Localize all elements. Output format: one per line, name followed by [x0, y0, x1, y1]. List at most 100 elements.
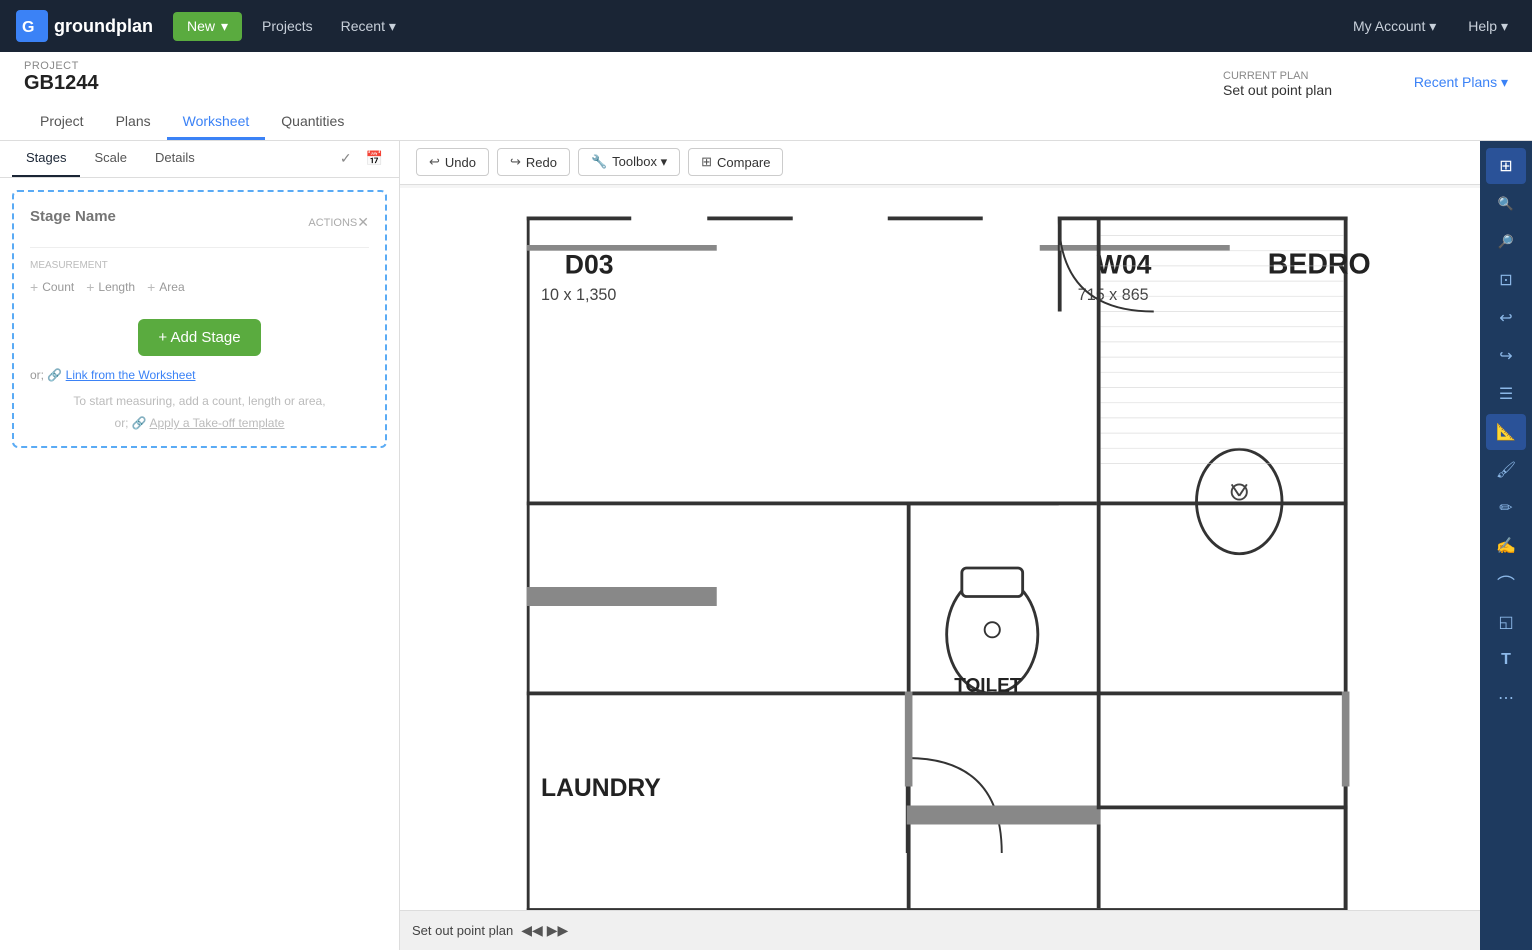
panel-tab-scale[interactable]: Scale: [80, 140, 141, 177]
add-stage-button[interactable]: + Add Stage: [138, 319, 260, 356]
svg-text:10 x 1,350: 10 x 1,350: [541, 286, 616, 304]
panel-calendar-button[interactable]: 📅: [362, 148, 387, 169]
paint-sidebar-button[interactable]: 🖌: [1486, 452, 1526, 488]
count-metric-button[interactable]: + Count: [30, 279, 74, 295]
recent-plans-button[interactable]: Recent Plans ▾: [1414, 74, 1508, 91]
toolbox-button[interactable]: 🔧 Toolbox ▾: [578, 148, 680, 176]
sub-tabs: Project Plans Worksheet Quantities CURRE…: [24, 105, 1508, 140]
link-from-worksheet-link[interactable]: Link from the Worksheet: [66, 368, 196, 382]
redo-sidebar-button[interactable]: ↪: [1486, 338, 1526, 374]
pencil-sidebar-button[interactable]: ✏: [1486, 490, 1526, 526]
recent-nav-link[interactable]: Recent ▾: [333, 12, 404, 41]
draw-sidebar-button[interactable]: ✍: [1486, 528, 1526, 564]
bottom-plan-name: Set out point plan: [412, 923, 513, 938]
compare-label: Compare: [717, 155, 770, 170]
template-or-prefix: or;: [115, 416, 129, 430]
redo-sidebar-icon: ↪: [1499, 346, 1512, 366]
help-text: To start measuring, add a count, length …: [30, 394, 369, 408]
current-plan-area: CURRENT PLAN Set out point plan: [1223, 70, 1332, 98]
length-plus-icon: +: [86, 279, 94, 295]
template-link-area: or; 🔗 Apply a Take-off template: [30, 416, 369, 430]
area-label: Area: [159, 280, 184, 294]
stage-name-input[interactable]: [30, 208, 308, 225]
help-nav-link[interactable]: Help ▾: [1460, 12, 1516, 41]
bottom-bar: Set out point plan ◀◀ ▶▶: [400, 910, 1480, 950]
draw-sidebar-icon: ✍: [1496, 536, 1516, 556]
shape-sidebar-icon: ◱: [1498, 612, 1513, 632]
right-sidebar: ⊞ 🔍 🔎 ⊡ ↩ ↪ ☰ 📐 🖌 ✏ ✍ ⌒ ◱ T ⋯: [1480, 140, 1532, 950]
panel-check-button[interactable]: ✓: [336, 148, 356, 169]
layers-button[interactable]: ⊞: [1486, 148, 1526, 184]
measurement-label: MEASUREMENT: [30, 260, 369, 271]
tab-plans[interactable]: Plans: [100, 105, 167, 140]
undo-sidebar-button[interactable]: ↩: [1486, 300, 1526, 336]
redo-label: Redo: [526, 155, 557, 170]
toolbox-icon: 🔧: [591, 154, 607, 170]
top-navigation: G groundplan New ▾ Projects Recent ▾ My …: [0, 0, 1532, 52]
subheader: PROJECT GB1244 Project Plans Worksheet Q…: [0, 52, 1532, 141]
pencil-sidebar-icon: ✏: [1499, 498, 1512, 518]
length-metric-button[interactable]: + Length: [86, 279, 135, 295]
recent-plans-label: Recent Plans ▾: [1414, 74, 1508, 91]
nav-right: My Account ▾ Help ▾: [1345, 12, 1516, 41]
undo-label: Undo: [445, 155, 476, 170]
current-plan-name: Set out point plan: [1223, 82, 1332, 98]
tab-project[interactable]: Project: [24, 105, 100, 140]
undo-icon: ↩: [429, 154, 440, 170]
tab-quantities[interactable]: Quantities: [265, 105, 360, 140]
compare-button[interactable]: ⊞ Compare: [688, 148, 783, 176]
undo-sidebar-icon: ↩: [1499, 308, 1512, 328]
stage-options-button[interactable]: ✕: [357, 214, 369, 231]
text-sidebar-icon: T: [1501, 651, 1511, 669]
new-button[interactable]: New ▾: [173, 12, 242, 41]
panel-tab-stages[interactable]: Stages: [12, 140, 80, 177]
zoom-out-button[interactable]: 🔎: [1486, 224, 1526, 260]
panel-tabs: Stages Scale Details ✓ 📅: [0, 140, 399, 178]
measure-sidebar-button[interactable]: 📐: [1486, 414, 1526, 450]
svg-text:715 x 865: 715 x 865: [1078, 286, 1149, 304]
canvas-area: D03 10 x 1,350 W04 715 x 865 BEDRO TOILE…: [400, 188, 1480, 910]
stage-metrics: + Count + Length + Area: [30, 279, 369, 295]
my-account-nav-link[interactable]: My Account ▾: [1345, 12, 1444, 41]
panel-tab-details[interactable]: Details: [141, 140, 209, 177]
list-sidebar-button[interactable]: ☰: [1486, 376, 1526, 412]
count-plus-icon: +: [30, 279, 38, 295]
tab-worksheet[interactable]: Worksheet: [167, 105, 266, 140]
or-prefix: or;: [30, 368, 44, 382]
measure-sidebar-icon: 📐: [1496, 422, 1516, 442]
svg-text:LAUNDRY: LAUNDRY: [541, 775, 661, 802]
plan-nav-arrows: ◀◀ ▶▶: [521, 922, 568, 939]
zoom-out-icon: 🔎: [1498, 234, 1514, 250]
link-chain-icon: 🔗: [47, 368, 62, 382]
apply-template-link[interactable]: Apply a Take-off template: [150, 416, 285, 430]
area-metric-button[interactable]: + Area: [147, 279, 185, 295]
svg-text:TOILET: TOILET: [954, 676, 1022, 697]
svg-text:D03: D03: [565, 250, 614, 280]
redo-button[interactable]: ↪ Redo: [497, 148, 570, 176]
new-caret-icon: ▾: [221, 18, 228, 35]
projects-nav-link[interactable]: Projects: [254, 12, 321, 40]
template-icon: 🔗: [132, 416, 150, 430]
svg-text:G: G: [22, 19, 34, 36]
undo-button[interactable]: ↩ Undo: [416, 148, 489, 176]
logo-icon: G: [16, 10, 48, 42]
zoom-fit-icon: ⊡: [1499, 270, 1512, 290]
svg-text:BEDRO: BEDRO: [1268, 249, 1371, 281]
shape-sidebar-button[interactable]: ◱: [1486, 604, 1526, 640]
text-sidebar-button[interactable]: T: [1486, 642, 1526, 678]
curve-sidebar-button[interactable]: ⌒: [1486, 566, 1526, 602]
paint-sidebar-icon: 🖌: [1496, 460, 1516, 480]
length-label: Length: [98, 280, 135, 294]
actions-label: ACTIONS: [308, 217, 357, 229]
more-sidebar-button[interactable]: ⋯: [1486, 680, 1526, 716]
toolbox-label: Toolbox ▾: [612, 154, 667, 170]
add-stage-label: + Add Stage: [158, 329, 240, 346]
list-sidebar-icon: ☰: [1499, 384, 1513, 404]
prev-plan-button[interactable]: ◀◀: [521, 922, 543, 939]
zoom-in-button[interactable]: 🔍: [1486, 186, 1526, 222]
redo-icon: ↪: [510, 154, 521, 170]
zoom-in-icon: 🔍: [1498, 196, 1514, 212]
zoom-fit-button[interactable]: ⊡: [1486, 262, 1526, 298]
curve-sidebar-icon: ⌒: [1497, 571, 1515, 597]
next-plan-button[interactable]: ▶▶: [547, 922, 569, 939]
